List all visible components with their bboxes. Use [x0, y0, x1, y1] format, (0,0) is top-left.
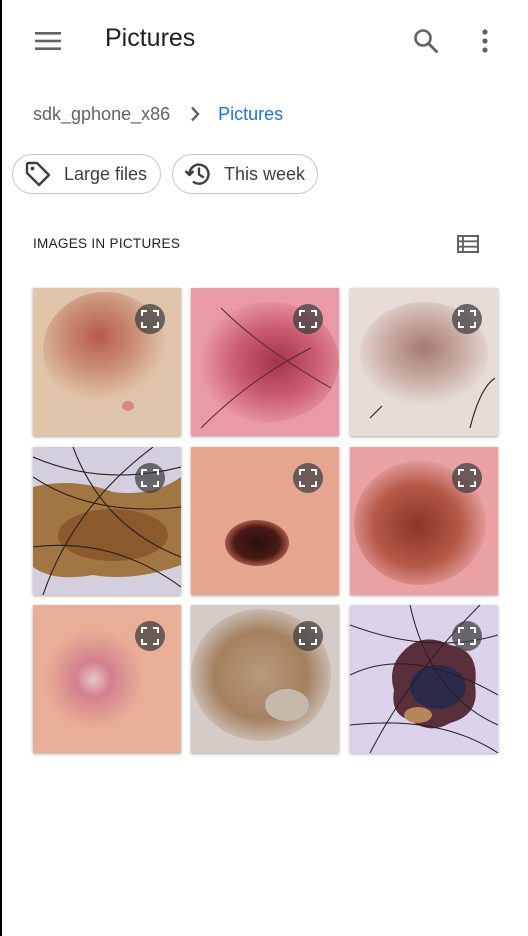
this-week-label: This week	[224, 163, 306, 184]
chevron-right-icon	[190, 106, 200, 122]
expand-icon[interactable]	[135, 463, 165, 493]
expand-icon[interactable]	[293, 463, 323, 493]
expand-icon[interactable]	[135, 621, 165, 651]
large-files-chip[interactable]: Large files	[12, 154, 161, 194]
image-thumbnail-3[interactable]	[350, 288, 498, 436]
expand-icon[interactable]	[452, 304, 482, 334]
expand-icon[interactable]	[293, 304, 323, 334]
image-thumbnail-7[interactable]	[33, 605, 181, 753]
breadcrumb-root[interactable]: sdk_gphone_x86	[33, 104, 170, 125]
more-vert-icon[interactable]	[465, 21, 505, 61]
image-thumbnail-1[interactable]	[33, 288, 181, 436]
app-bar: Pictures	[0, 0, 528, 84]
search-icon[interactable]	[406, 21, 446, 61]
expand-icon[interactable]	[452, 463, 482, 493]
this-week-chip[interactable]: This week	[172, 154, 318, 194]
image-thumbnail-6[interactable]	[350, 447, 498, 595]
image-thumbnail-4[interactable]	[33, 447, 181, 595]
hamburger-menu-icon[interactable]	[28, 21, 68, 61]
large-files-label: Large files	[64, 163, 148, 184]
image-thumbnail-9[interactable]	[350, 605, 498, 753]
expand-icon[interactable]	[452, 621, 482, 651]
expand-icon[interactable]	[293, 621, 323, 651]
list-view-icon[interactable]	[448, 224, 488, 264]
breadcrumb: sdk_gphone_x86 Pictures	[33, 101, 283, 127]
image-thumbnail-5[interactable]	[191, 447, 339, 595]
expand-icon[interactable]	[135, 304, 165, 334]
image-thumbnail-2[interactable]	[191, 288, 339, 436]
breadcrumb-current[interactable]: Pictures	[218, 104, 283, 125]
history-icon	[184, 163, 210, 185]
window-edge	[0, 0, 2, 936]
section-title: IMAGES IN PICTURES	[33, 236, 181, 251]
page-title: Pictures	[105, 24, 196, 52]
label-tag-icon	[25, 161, 51, 187]
image-thumbnail-8[interactable]	[191, 605, 339, 753]
